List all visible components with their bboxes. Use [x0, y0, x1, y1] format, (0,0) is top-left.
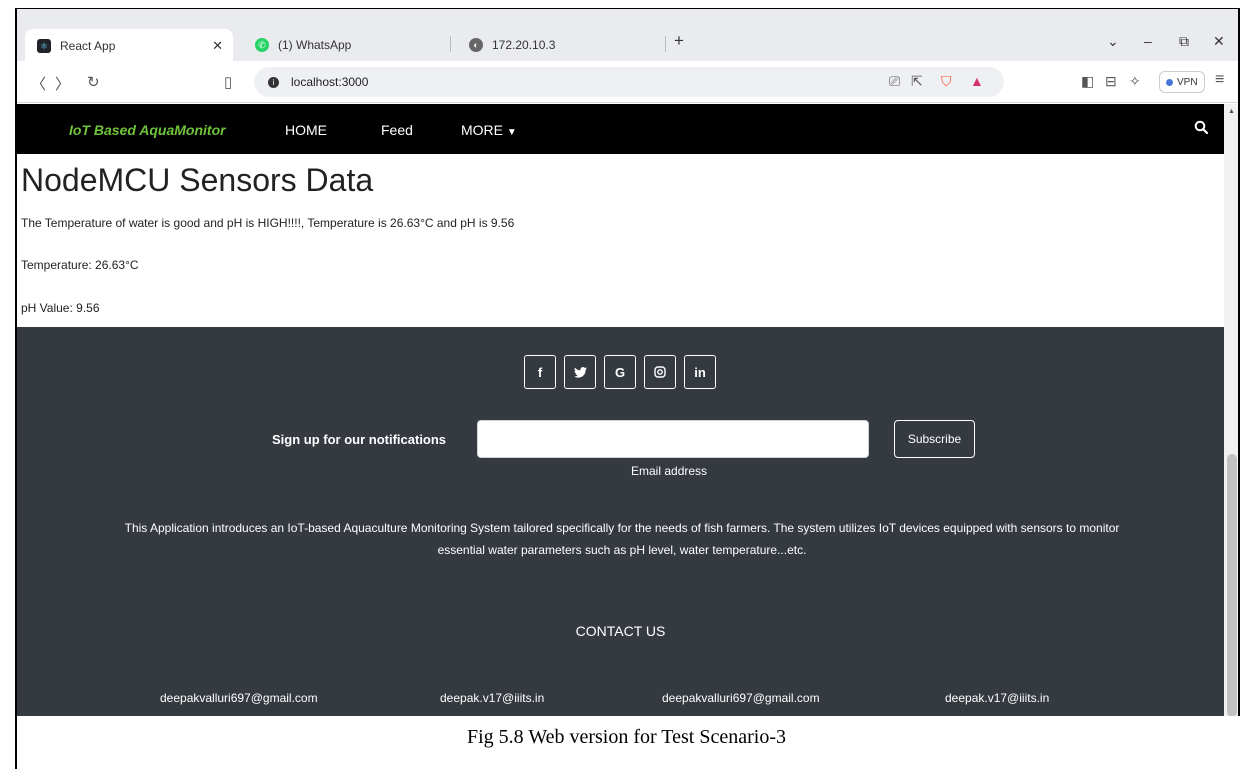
wallet-icon[interactable]: ⊟ — [1105, 73, 1117, 90]
contact-email[interactable]: deepakvalluri697@gmail.com — [160, 691, 318, 705]
search-icon[interactable] — [1194, 120, 1208, 134]
site-footer: f G in Sign up for our notifications Ema… — [17, 327, 1224, 716]
menu-icon[interactable]: ≡ — [1215, 71, 1224, 89]
instagram-icon[interactable] — [644, 355, 676, 389]
tab-label: (1) WhatsApp — [278, 38, 352, 52]
caret-down-icon: ▼ — [506, 127, 517, 138]
email-caption: Email address — [631, 464, 708, 478]
facebook-icon[interactable]: f — [524, 355, 556, 389]
tab-label: React App — [60, 39, 116, 53]
brand-logo[interactable]: IoT Based AquaMonitor — [69, 122, 226, 138]
tab-separator — [665, 36, 666, 52]
restore-icon[interactable]: ⧉ — [1179, 33, 1189, 50]
close-icon[interactable]: ✕ — [212, 38, 223, 54]
page-title: NodeMCU Sensors Data — [21, 162, 374, 198]
scroll-thumb[interactable] — [1227, 454, 1237, 716]
browser-window: ⚛ React App ✕ ✆ (1) WhatsApp ◐ 172.20.10… — [15, 8, 1240, 716]
signup-label: Sign up for our notifications — [272, 432, 447, 447]
brave-rewards-icon[interactable]: ▲ — [970, 73, 984, 89]
tab-ip[interactable]: ◐ 172.20.10.3 — [463, 30, 663, 60]
scroll-up-icon[interactable]: ▲ — [1228, 108, 1235, 115]
temperature-value: Temperature: 26.63°C — [21, 258, 139, 272]
brave-shield-icon[interactable]: ⛉ — [941, 73, 952, 90]
vpn-status-dot — [1166, 78, 1173, 86]
react-icon: ⚛ — [37, 39, 51, 53]
contact-email[interactable]: deepak.v17@iiits.in — [945, 691, 1049, 705]
nav-feed[interactable]: Feed — [381, 122, 413, 138]
tab-label: 172.20.10.3 — [492, 38, 556, 52]
extensions-icon[interactable]: ✧ — [1129, 73, 1141, 90]
email-field[interactable] — [477, 420, 869, 458]
google-icon[interactable]: G — [604, 355, 636, 389]
vertical-scrollbar[interactable]: ▲ — [1224, 104, 1238, 716]
tab-react-app[interactable]: ⚛ React App ✕ — [25, 29, 233, 63]
nav-more[interactable]: MORE ▼ — [461, 122, 517, 138]
nav-more-label: MORE — [461, 122, 503, 138]
page-viewport: IoT Based AquaMonitor HOME Feed MORE ▼ N… — [17, 104, 1224, 716]
sensor-section: NodeMCU Sensors Data — [21, 162, 373, 199]
figure-caption: Fig 5.8 Web version for Test Scenario-3 — [467, 726, 786, 748]
ph-value: pH Value: 9.56 — [21, 301, 100, 315]
reload-icon[interactable]: ↻ — [87, 73, 100, 91]
forward-icon[interactable]: 〉 — [55, 73, 70, 94]
cast-icon[interactable]: ⎚ — [889, 73, 900, 90]
tab-search-icon[interactable]: ⌄ — [1107, 33, 1119, 50]
new-tab-button[interactable]: + — [674, 31, 684, 51]
site-navbar: IoT Based AquaMonitor HOME Feed MORE ▼ — [17, 104, 1224, 154]
url-text: localhost:3000 — [291, 75, 369, 89]
contact-email[interactable]: deepakvalluri697@gmail.com — [662, 691, 820, 705]
close-window-icon[interactable]: ✕ — [1213, 33, 1225, 50]
vpn-label: VPN — [1177, 76, 1198, 88]
share-icon[interactable]: ⇱ — [911, 73, 923, 90]
sidebar-icon[interactable]: ◧ — [1081, 73, 1094, 90]
social-links: f G in — [524, 355, 716, 389]
toolbar: 〈 〉 ↻ ▯ i localhost:3000 ⎚ ⇱ ⛉ ▲ ◧ ⊟ ✧ V… — [17, 61, 1238, 103]
back-icon[interactable]: 〈 — [31, 73, 46, 94]
contact-title: CONTACT US — [575, 623, 666, 639]
vpn-button[interactable]: VPN — [1159, 71, 1205, 93]
info-icon[interactable]: i — [268, 76, 279, 88]
status-message: The Temperature of water is good and pH … — [21, 216, 515, 230]
twitter-icon[interactable] — [564, 355, 596, 389]
bookmark-icon[interactable]: ▯ — [224, 73, 232, 91]
app-description: This Application introduces an IoT-based… — [124, 521, 1120, 557]
tab-whatsapp[interactable]: ✆ (1) WhatsApp — [247, 30, 447, 60]
nav-home[interactable]: HOME — [285, 122, 327, 138]
whatsapp-icon: ✆ — [255, 38, 269, 52]
contact-email[interactable]: deepak.v17@iiits.in — [440, 691, 544, 705]
globe-icon: ◐ — [469, 38, 483, 52]
subscribe-button[interactable]: Subscribe — [894, 420, 975, 458]
tab-separator — [450, 36, 451, 52]
minimize-icon[interactable]: – — [1144, 33, 1152, 49]
linkedin-icon[interactable]: in — [684, 355, 716, 389]
